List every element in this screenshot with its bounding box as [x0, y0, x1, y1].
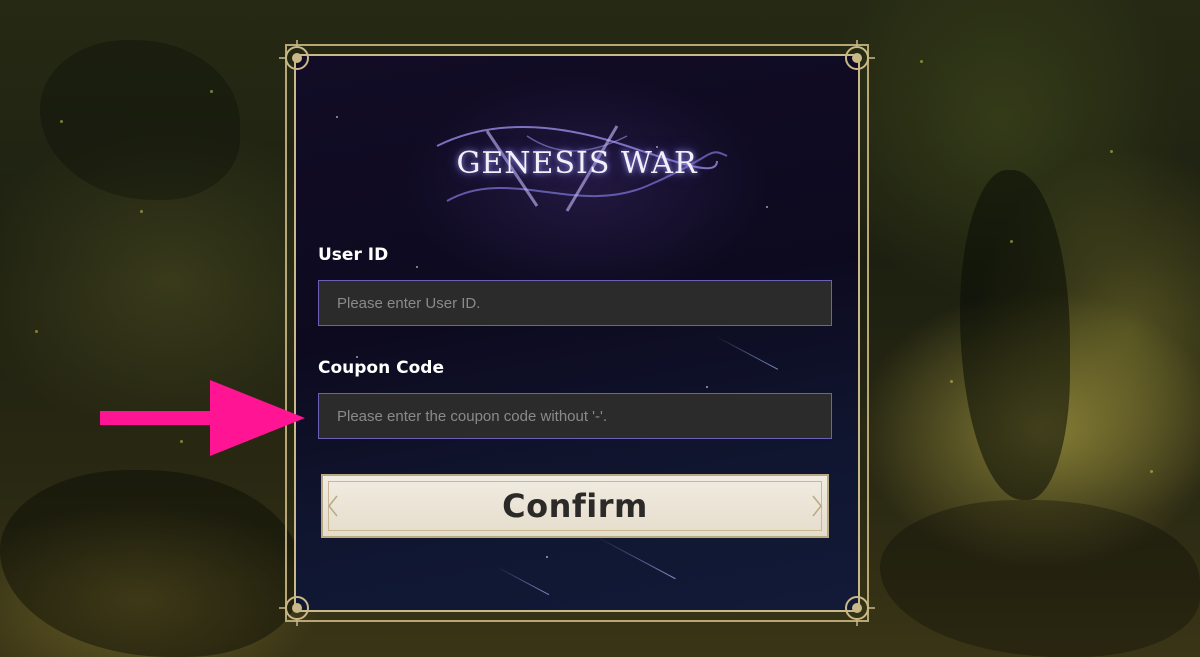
corner-ornament-icon [277, 38, 317, 78]
confirm-button[interactable]: Confirm [321, 474, 829, 538]
confirm-button-label: Confirm [502, 487, 648, 525]
user-id-input[interactable] [318, 280, 832, 326]
game-logo: GENESIS WAR [417, 106, 737, 226]
corner-ornament-icon [837, 38, 877, 78]
button-ornament-left-icon [328, 495, 338, 517]
user-id-label: User ID [318, 245, 389, 265]
corner-ornament-icon [277, 588, 317, 628]
coupon-code-input[interactable] [318, 393, 832, 439]
arrow-right-icon [100, 380, 305, 456]
coupon-panel: GENESIS WAR User ID Coupon Code Confirm [277, 38, 877, 628]
logo-text: GENESIS WAR [456, 146, 698, 181]
button-ornament-right-icon [812, 495, 822, 517]
coupon-code-label: Coupon Code [318, 358, 444, 378]
corner-ornament-icon [837, 588, 877, 628]
